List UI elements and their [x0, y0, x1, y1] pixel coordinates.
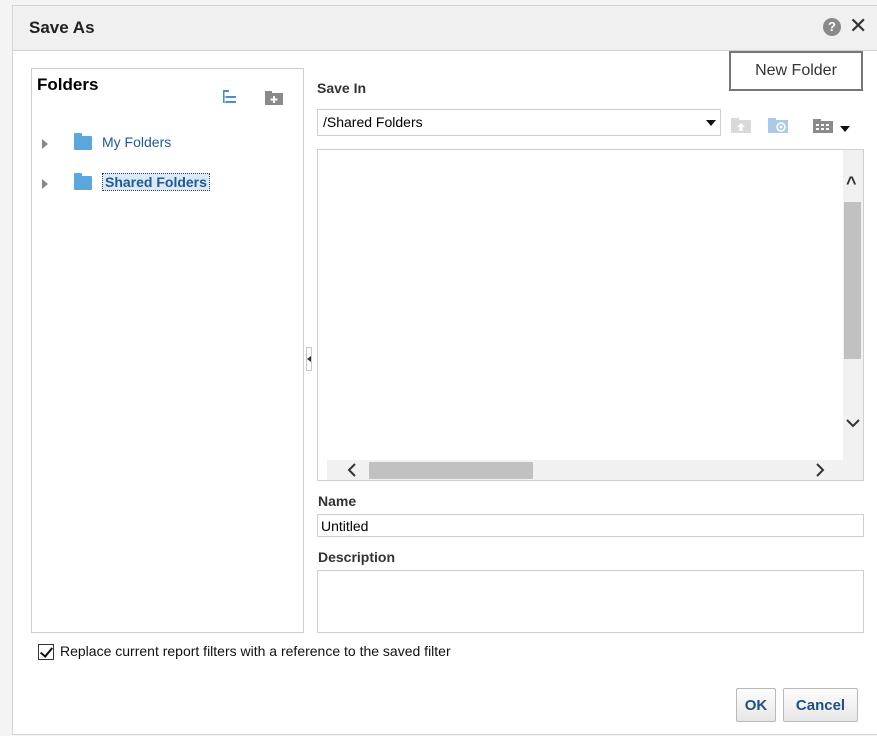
- dialog-title: Save As: [29, 18, 95, 37]
- expand-arrow-icon[interactable]: [42, 139, 48, 149]
- scroll-up-icon[interactable]: ^: [846, 174, 857, 192]
- close-icon[interactable]: ✕: [849, 15, 867, 37]
- folders-panel: Folders My Folders Shared Folders: [31, 68, 304, 633]
- file-list-content: [327, 157, 841, 460]
- new-folder-tooltip: New Folder: [729, 51, 863, 91]
- replace-filters-label[interactable]: Replace current report filters with a re…: [60, 643, 451, 659]
- save-in-path: /Shared Folders: [323, 114, 423, 130]
- cancel-button[interactable]: Cancel: [783, 688, 858, 722]
- new-folder-icon[interactable]: [768, 117, 788, 133]
- tree-item-label[interactable]: My Folders: [102, 134, 171, 150]
- name-label: Name: [318, 493, 357, 509]
- help-icon[interactable]: ?: [823, 18, 841, 36]
- replace-filters-checkbox[interactable]: [38, 644, 54, 660]
- save-in-path-select[interactable]: /Shared Folders: [317, 109, 721, 136]
- description-label: Description: [318, 549, 396, 565]
- tree-item-label[interactable]: Shared Folders: [102, 173, 210, 191]
- collapse-panel-handle[interactable]: [306, 347, 312, 371]
- scroll-right-icon[interactable]: [815, 463, 825, 477]
- folders-title: Folders: [37, 75, 99, 94]
- name-input[interactable]: [317, 514, 864, 537]
- vertical-scroll-thumb[interactable]: [844, 202, 861, 359]
- horizontal-scroll-thumb[interactable]: [369, 462, 533, 479]
- view-menu-icon[interactable]: [813, 117, 833, 133]
- panel-splitter[interactable]: [305, 68, 313, 633]
- folder-icon: [74, 173, 92, 190]
- save-in-label: Save In: [317, 80, 367, 96]
- up-folder-icon[interactable]: [731, 117, 751, 133]
- new-folder-icon[interactable]: [265, 91, 283, 105]
- folder-icon: [74, 133, 92, 150]
- dialog-header: Save As ? ✕: [13, 6, 877, 51]
- tree-view-icon[interactable]: [222, 89, 238, 105]
- dropdown-arrow-icon[interactable]: [706, 120, 716, 126]
- description-input[interactable]: [317, 570, 864, 633]
- file-list[interactable]: ^: [317, 149, 864, 481]
- scroll-left-icon[interactable]: [347, 463, 357, 477]
- vertical-scrollbar[interactable]: ^: [843, 150, 863, 460]
- ok-button[interactable]: OK: [736, 688, 776, 722]
- horizontal-scrollbar[interactable]: [327, 460, 863, 480]
- view-menu-dropdown-icon[interactable]: [839, 121, 851, 137]
- expand-arrow-icon[interactable]: [42, 179, 48, 189]
- scroll-down-icon[interactable]: [846, 418, 860, 428]
- save-as-dialog: Save As ? ✕ New Folder Folders My Folder…: [12, 5, 877, 735]
